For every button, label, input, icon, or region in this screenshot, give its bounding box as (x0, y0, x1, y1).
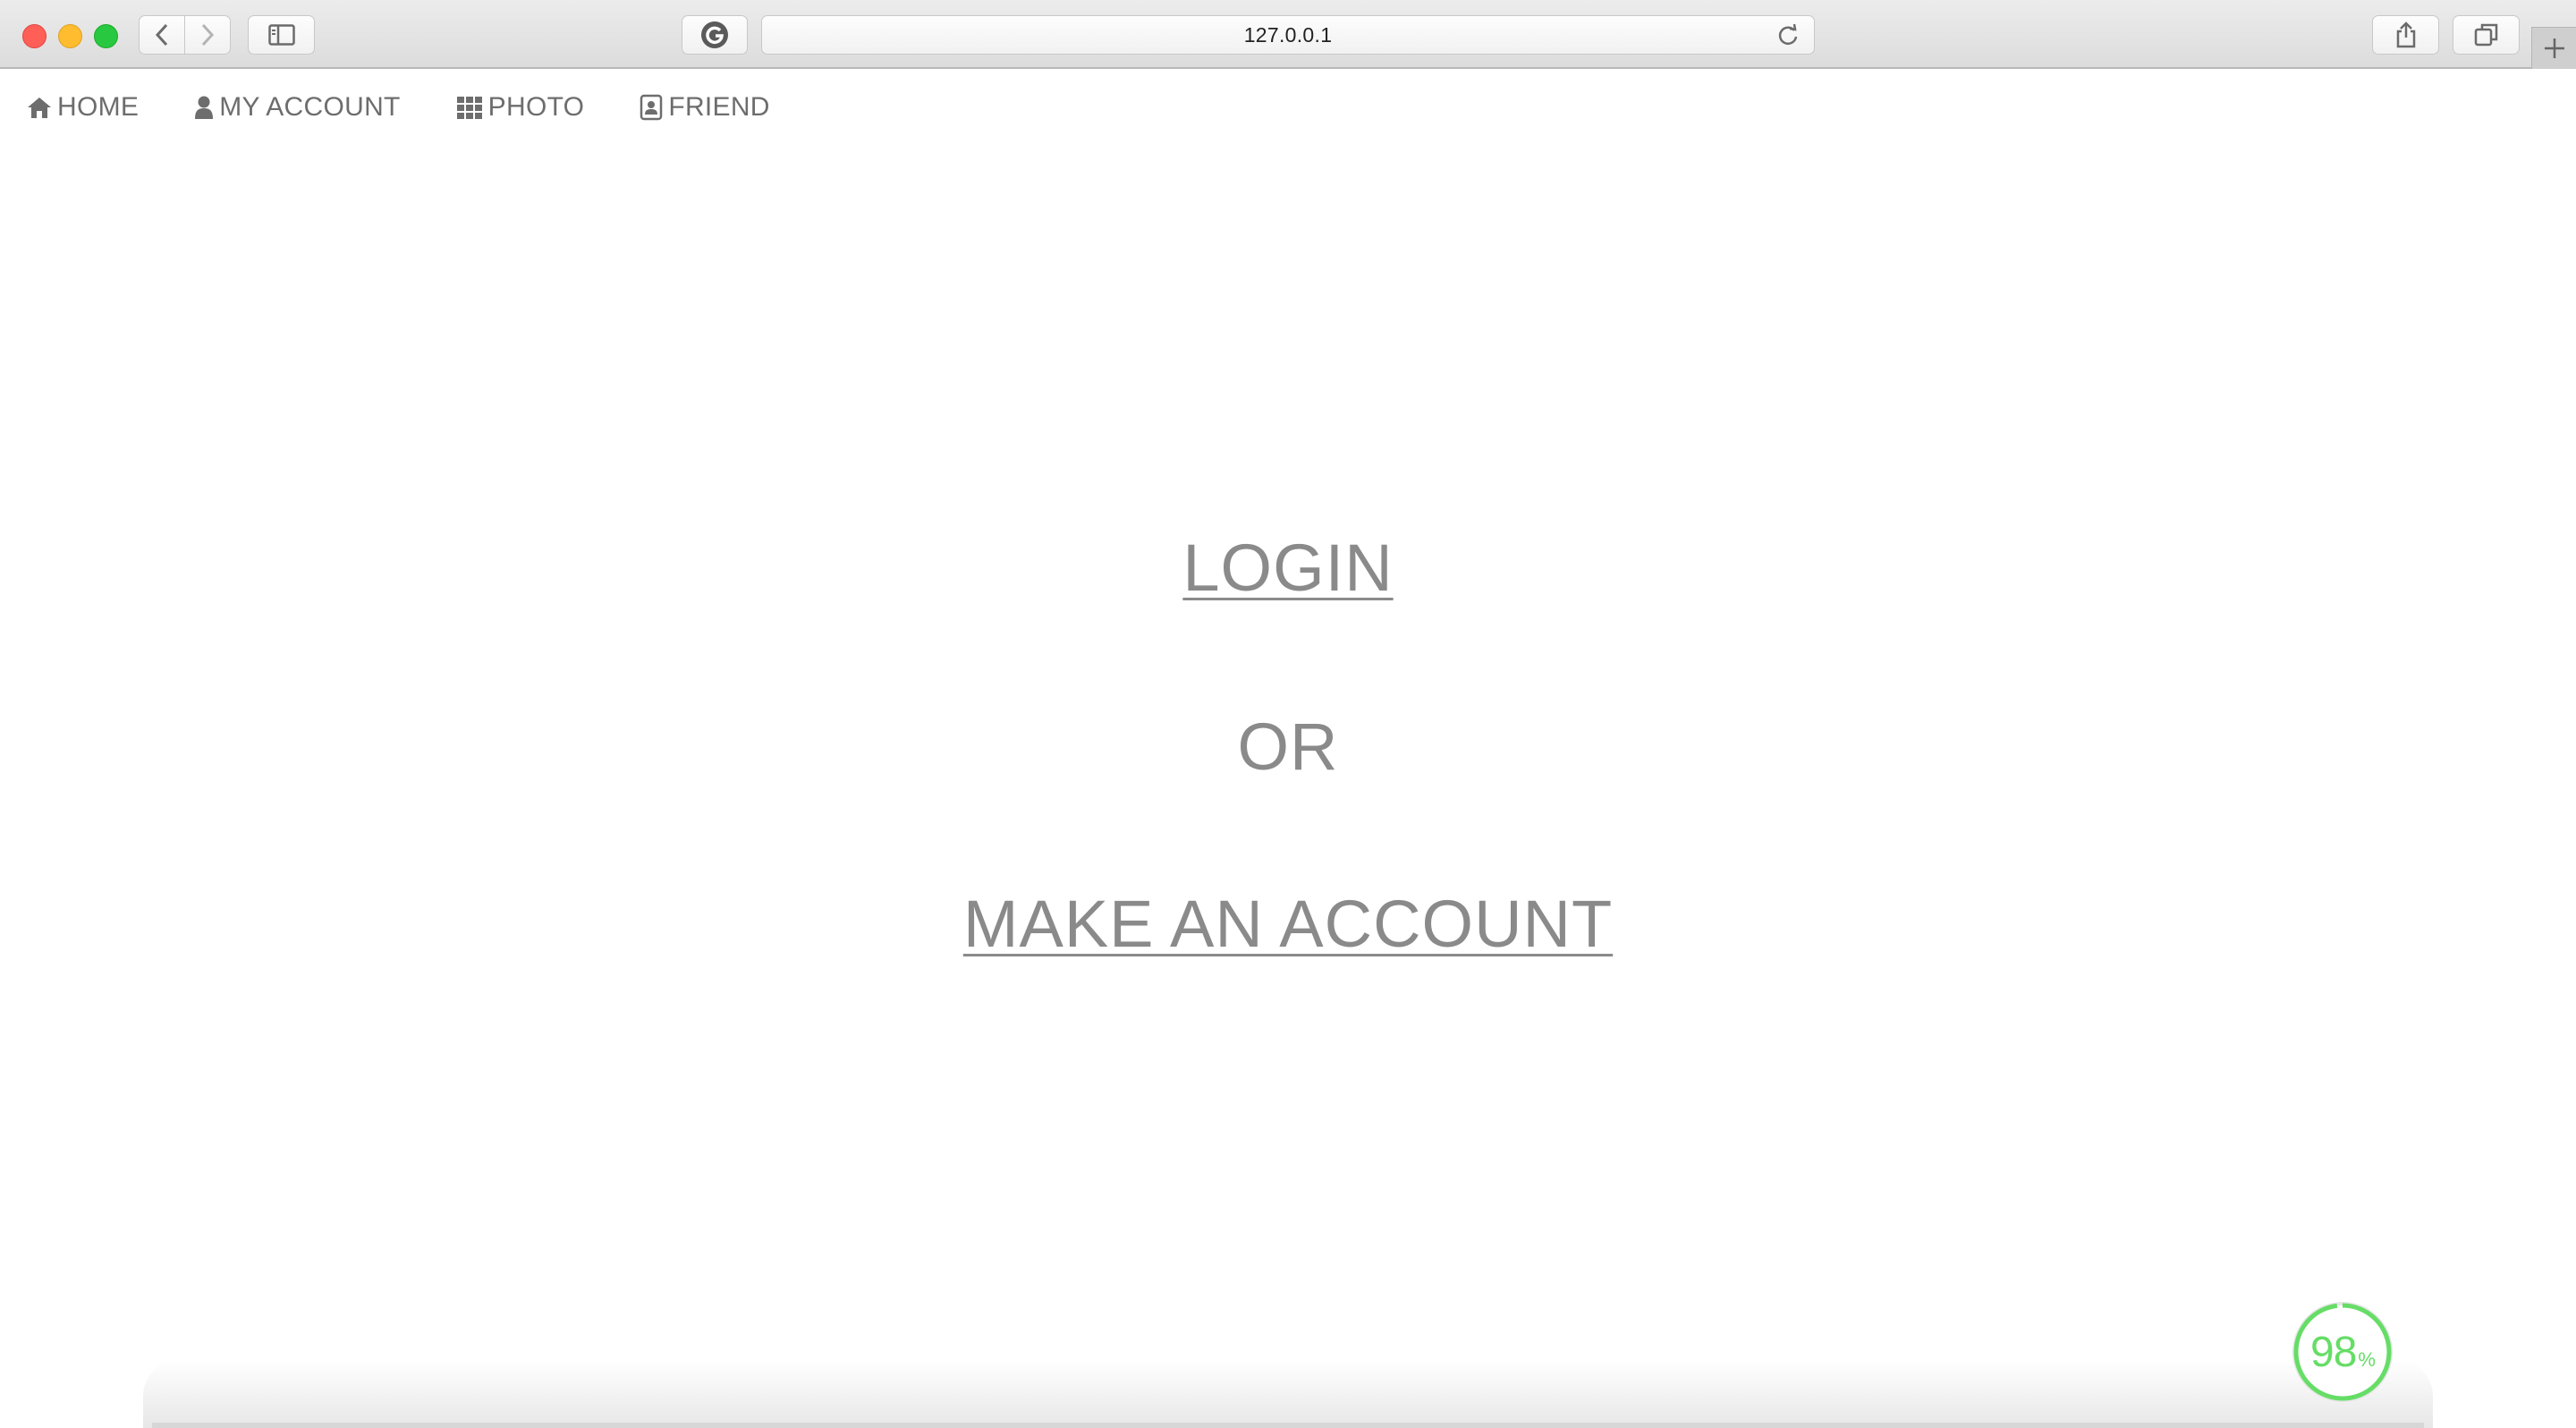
sidebar-icon (267, 24, 295, 46)
or-separator: OR (1237, 710, 1339, 784)
grammarly-icon (701, 21, 728, 48)
grammarly-extension-button[interactable] (682, 15, 748, 55)
progress-badge[interactable]: 98% (2291, 1300, 2394, 1404)
history-nav-group (139, 15, 231, 55)
progress-unit: % (2358, 1348, 2376, 1371)
nav-photo-link[interactable]: PHOTO (456, 92, 585, 123)
forward-button[interactable] (184, 16, 230, 54)
grid-icon (456, 97, 482, 119)
nav-home-link[interactable]: HOME (27, 92, 139, 123)
new-tab-button[interactable] (2531, 27, 2576, 69)
site-nav: HOME MY ACCOUNT PHOTO FRIEND (27, 88, 826, 127)
progress-value-text: 98% (2291, 1300, 2394, 1404)
reload-icon[interactable] (1776, 24, 1800, 47)
login-link[interactable]: LOGIN (1182, 531, 1393, 605)
chevron-left-icon (155, 23, 168, 47)
back-button[interactable] (140, 16, 184, 54)
address-bar[interactable]: 127.0.0.1 (761, 15, 1815, 55)
browser-titlebar: 127.0.0.1 (0, 0, 2576, 69)
nav-my-account-label: MY ACCOUNT (219, 92, 401, 122)
address-text: 127.0.0.1 (1243, 22, 1333, 47)
login-container: LOGIN (0, 530, 2576, 606)
sidebar-toggle-button[interactable] (248, 15, 315, 55)
make-account-link[interactable]: MAKE AN ACCOUNT (963, 887, 1613, 961)
maximize-window-button[interactable] (94, 24, 118, 48)
nav-photo-label: PHOTO (487, 92, 585, 122)
make-account-container: MAKE AN ACCOUNT (0, 886, 2576, 962)
tabs-overview-icon (2474, 23, 2497, 47)
contact-card-icon (640, 94, 663, 121)
minimize-window-button[interactable] (58, 24, 82, 48)
progress-value: 98 (2310, 1328, 2357, 1376)
bottom-shadow (143, 1360, 2433, 1428)
share-button[interactable] (2372, 15, 2439, 55)
bottom-divider (152, 1423, 2424, 1428)
plus-icon (2544, 38, 2564, 58)
share-icon (2396, 21, 2415, 48)
nav-home-label: HOME (57, 92, 140, 122)
user-icon (195, 96, 214, 119)
close-window-button[interactable] (22, 24, 47, 48)
nav-my-account-link[interactable]: MY ACCOUNT (194, 92, 400, 123)
nav-friend-label: FRIEND (668, 92, 770, 122)
show-tabs-button[interactable] (2453, 15, 2520, 55)
nav-friend-link[interactable]: FRIEND (640, 92, 769, 123)
chevron-right-icon (201, 23, 215, 47)
home-icon (28, 98, 51, 118)
